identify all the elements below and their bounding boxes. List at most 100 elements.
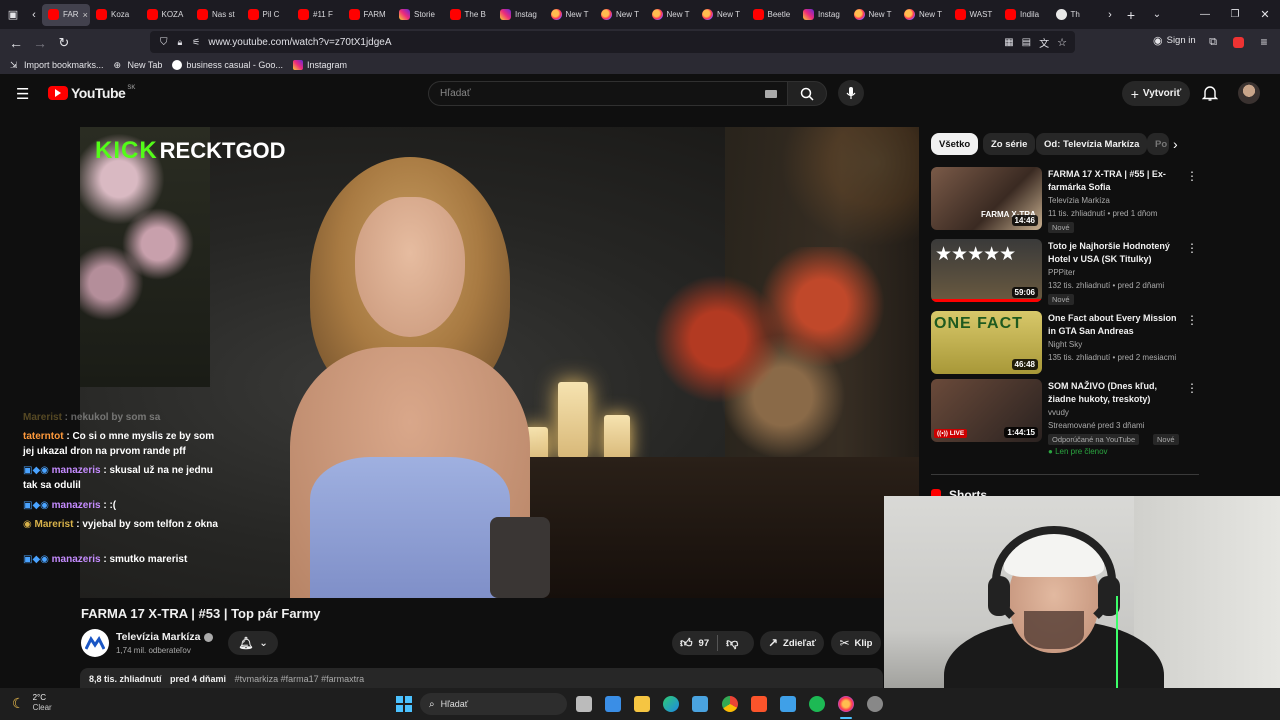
account-button[interactable]: ◉ Sign in — [1153, 34, 1196, 47]
edge-icon[interactable] — [663, 696, 679, 712]
clip-button[interactable]: ✂ Klip — [831, 631, 881, 655]
permissions-icon[interactable]: ⚟ — [192, 37, 200, 48]
weather-widget[interactable]: ☾ 2°C Clear — [12, 693, 52, 713]
more-options-icon[interactable]: ⋮ — [1186, 241, 1198, 255]
spotify-icon[interactable] — [809, 696, 825, 712]
picture-icon[interactable]: ▦ — [1004, 37, 1013, 48]
hamburger-menu-icon[interactable]: ☰ — [16, 85, 29, 103]
chip-all[interactable]: Všetko — [931, 133, 979, 155]
url-text[interactable]: www.youtube.com/watch?v=z70tX1jdgeA — [208, 37, 391, 48]
brave-icon[interactable] — [751, 696, 767, 712]
browser-tab[interactable]: FAR × — [42, 3, 90, 26]
url-bar[interactable]: ⛉ 🔒︎ ⚟ www.youtube.com/watch?v=z70tX1jdg… — [150, 31, 1075, 53]
browser-tab[interactable]: New T — [646, 4, 697, 26]
channel-name[interactable]: PPPiter — [1048, 268, 1075, 277]
browser-tab[interactable]: Th — [1050, 4, 1101, 26]
window-restore-icon[interactable]: ❐ — [1220, 3, 1250, 27]
back-icon[interactable]: ← — [4, 31, 28, 55]
video-thumbnail[interactable]: ★★★★★ 59:06 — [931, 239, 1042, 302]
browser-tab[interactable]: Instag — [797, 4, 848, 26]
browser-tab[interactable]: New T — [545, 4, 596, 26]
search-button[interactable] — [787, 81, 827, 106]
more-options-icon[interactable]: ⋮ — [1186, 313, 1198, 327]
chip-more[interactable]: Po — [1147, 133, 1169, 155]
task-view-icon[interactable] — [576, 696, 592, 712]
browser-tab[interactable]: Storie — [393, 4, 444, 26]
browser-tab[interactable]: New T — [696, 4, 747, 26]
translate-icon[interactable]: 文 — [1039, 35, 1049, 50]
tab-close-icon[interactable]: × — [83, 10, 88, 20]
browser-tab[interactable]: New T — [595, 4, 646, 26]
forward-icon[interactable]: → — [28, 31, 52, 55]
channel-name[interactable]: vvudy — [1048, 408, 1069, 417]
bookmark-import[interactable]: ⇲ Import bookmarks... — [10, 60, 104, 70]
new-tab-icon[interactable]: + — [1118, 3, 1144, 27]
tab-scroll-left-icon[interactable]: ‹ — [26, 3, 42, 27]
more-options-icon[interactable]: ⋮ — [1186, 169, 1198, 183]
notifications-bell-icon[interactable] — [1201, 84, 1219, 107]
browser-tab[interactable]: Instag — [494, 4, 545, 26]
browser-tab[interactable]: Nas st — [191, 4, 242, 26]
app-menu-icon[interactable]: ≡ — [1252, 30, 1276, 54]
more-options-icon[interactable]: ⋮ — [1186, 381, 1198, 395]
settings-gear-icon[interactable] — [867, 696, 883, 712]
firefox-icon[interactable] — [838, 696, 854, 712]
channel-name[interactable]: Night Sky — [1048, 340, 1082, 349]
bookmark-google[interactable]: business casual - Goo... — [172, 60, 283, 70]
chrome-icon[interactable] — [722, 696, 738, 712]
chip-channel[interactable]: Od: Televízia Markíza — [1036, 133, 1148, 155]
lock-icon[interactable]: 🔒︎ — [178, 37, 183, 48]
extensions-icon[interactable]: ⧉ — [1201, 30, 1225, 54]
video-thumbnail[interactable]: FARMA X-TRA 14:46 — [931, 167, 1042, 230]
browser-tab[interactable]: #11 F — [292, 4, 343, 26]
share-button[interactable]: ↗ Zdieľať — [760, 631, 824, 655]
tab-overview-icon[interactable]: ▣ — [0, 3, 26, 27]
chip-series[interactable]: Zo série — [983, 133, 1036, 155]
start-button[interactable] — [396, 696, 412, 712]
create-button[interactable]: + Vytvoriť — [1122, 81, 1190, 106]
avatar[interactable] — [1238, 82, 1260, 104]
browser-tab[interactable]: Koza — [90, 4, 141, 26]
notepad-icon[interactable] — [780, 696, 796, 712]
window-minimize-icon[interactable]: — — [1190, 3, 1220, 27]
video-thumbnail[interactable]: ((•)) LIVE 1:44:15 — [931, 379, 1042, 442]
bookmark-star-icon[interactable]: ☆ — [1057, 36, 1067, 49]
like-button[interactable]: 👍︎ 97 — [672, 636, 709, 651]
browser-tab[interactable]: New T — [898, 4, 949, 26]
reload-icon[interactable]: ↻ — [52, 31, 76, 55]
extension-badge-icon[interactable] — [1226, 30, 1250, 54]
related-video[interactable]: ((•)) LIVE 1:44:15 SOM NAŽIVO (Dnes kľud… — [931, 379, 1201, 461]
related-video[interactable]: ★★★★★ 59:06 Toto je Najhoršie Hodnotený … — [931, 239, 1201, 305]
hashtags[interactable]: #tvmarkiza #farma17 #farmaxtra — [235, 674, 365, 684]
bookmark-instagram[interactable]: Instagram — [292, 60, 347, 70]
video-thumbnail[interactable]: ONE FACT 46:48 — [931, 311, 1042, 374]
window-close-icon[interactable]: ✕ — [1250, 3, 1280, 27]
browser-tab[interactable]: Indila — [999, 4, 1050, 26]
photos-icon[interactable] — [692, 696, 708, 712]
browser-tab[interactable]: FARM — [343, 4, 394, 26]
file-explorer-icon[interactable] — [634, 696, 650, 712]
tab-scroll-right-icon[interactable]: › — [1102, 3, 1118, 27]
related-video[interactable]: FARMA X-TRA 14:46 FARMA 17 X-TRA | #55 |… — [931, 167, 1201, 233]
keyboard-icon[interactable] — [765, 90, 777, 98]
microsoft-store-icon[interactable] — [605, 696, 621, 712]
search-input[interactable]: Hľadať — [428, 81, 788, 106]
reader-view-icon[interactable]: ▤ — [1022, 37, 1031, 48]
bookmark-new-tab[interactable]: ⊕ New Tab — [114, 60, 163, 70]
taskbar-search[interactable]: ⌕ Hľadať — [420, 693, 567, 715]
dislike-button[interactable]: 👎︎ — [726, 636, 738, 651]
browser-tab[interactable]: Pil C — [242, 4, 293, 26]
subscription-bell-button[interactable]: 🔔︎ ⌄ — [228, 631, 278, 655]
channel-avatar[interactable] — [81, 629, 109, 657]
channel-name[interactable]: Televízia Markíza — [1048, 196, 1110, 205]
browser-tab[interactable]: New T — [848, 4, 899, 26]
browser-tab[interactable]: KOZA — [141, 4, 192, 26]
chips-next-icon[interactable]: › — [1173, 136, 1178, 152]
browser-tab[interactable]: Beetle — [747, 4, 798, 26]
browser-tab[interactable]: WAST — [949, 4, 1000, 26]
browser-tab[interactable]: The B — [444, 4, 495, 26]
related-video[interactable]: ONE FACT 46:48 One Fact about Every Miss… — [931, 311, 1201, 377]
voice-search-button[interactable] — [838, 80, 864, 106]
channel-name[interactable]: Televízia Markíza — [116, 631, 214, 643]
youtube-logo[interactable]: YouTube SK — [48, 85, 135, 101]
